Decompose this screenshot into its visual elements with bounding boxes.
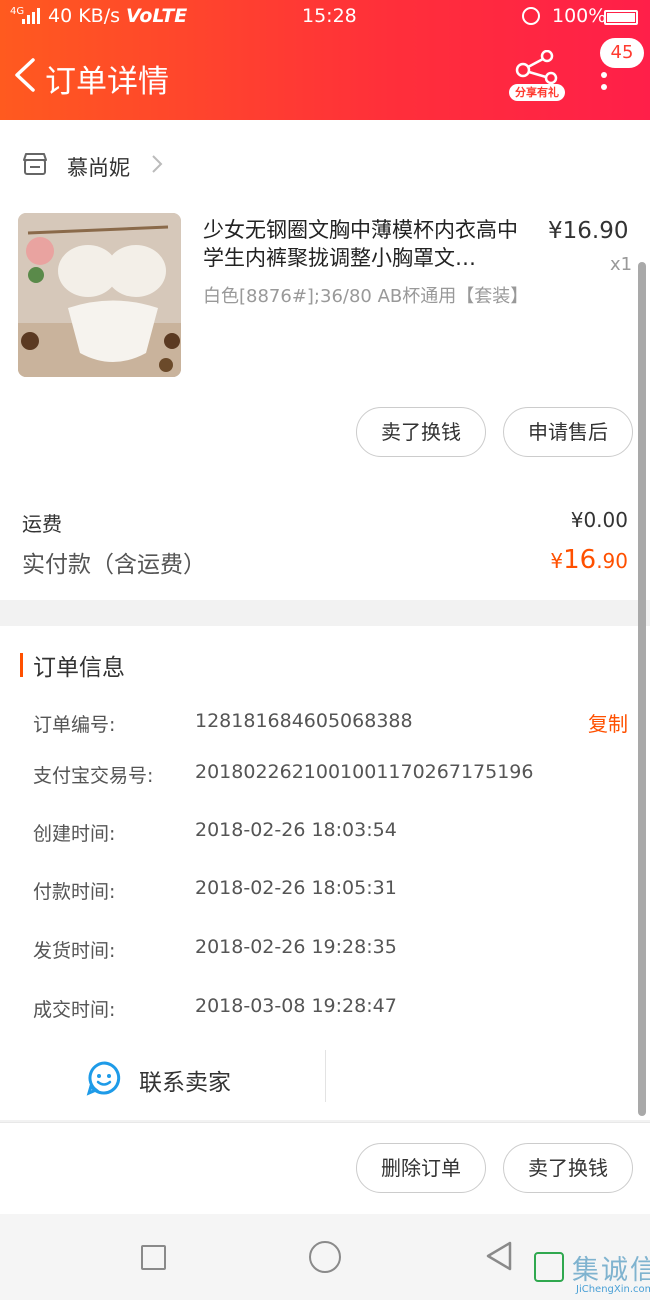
divider [325,1050,326,1102]
watermark: 集诚信 JiChengXin.com [532,1248,650,1300]
more-dots-icon [601,72,607,96]
bottom-action-bar: 删除订单 卖了换钱 [0,1122,650,1214]
shop-icon [23,153,47,175]
page-title: 订单详情 [45,64,169,100]
completed-time-label: 成交时间: [33,999,116,1021]
battery-percent: 100% [552,5,607,27]
watermark-en: JiChengXin.com [576,1284,650,1295]
order-info-title: 订单信息 [33,655,125,681]
volte-label: VoLTE [126,5,188,27]
footer-sell-for-cash-button[interactable]: 卖了换钱 [503,1143,633,1193]
recent-apps-icon[interactable] [141,1245,166,1270]
product-quantity: x1 [610,254,633,275]
completed-time-value: 2018-03-08 19:28:47 [195,995,397,1017]
share-label: 分享有礼 [509,84,565,101]
delete-order-button[interactable]: 删除订单 [356,1143,486,1193]
paid-time-value: 2018-02-26 18:05:31 [195,877,397,899]
message-badge: 45 [600,38,644,68]
chevron-right-icon [152,155,163,173]
watermark-cn: 集诚信 [572,1255,650,1286]
chat-smile-icon [86,1061,121,1096]
contact-seller-label: 联系卖家 [139,1070,231,1096]
order-number-value: 128181684605068388 [195,710,413,732]
app-header: 4G 40 KB/s VoLTE 15:28 100% 订单详情 分享有礼 45 [0,0,650,120]
alipay-trade-value: 2018022621001001170267175196 [195,761,534,783]
alipay-trade-label: 支付宝交易号: [33,765,154,787]
product-sku: 白色[8876#];36/80 AB杯通用【套装】 [203,286,529,307]
shipped-time-value: 2018-02-26 19:28:35 [195,936,397,958]
rotation-lock-icon [522,7,540,25]
signal-icon [22,8,42,24]
order-number-label: 订单编号: [33,714,116,736]
paid-currency: ¥ [550,549,564,573]
network-speed: 40 KB/s [48,5,121,27]
created-time-label: 创建时间: [33,823,116,845]
section-accent-bar [20,653,23,677]
created-time-value: 2018-02-26 18:03:54 [195,819,397,841]
paid-amount: ¥16.90 [550,545,628,575]
apply-after-sale-button[interactable]: 申请售后 [503,407,633,457]
more-menu-button[interactable]: 45 [598,38,644,98]
share-icon [515,49,558,85]
contact-seller-button[interactable]: 联系卖家 [86,1058,286,1098]
paid-amount-label: 实付款（含运费） [22,552,206,578]
product-price: ¥16.90 [548,218,629,244]
product-image[interactable] [18,213,181,377]
sell-for-cash-button[interactable]: 卖了换钱 [356,407,486,457]
paid-integer: 16 [563,545,597,575]
shipping-value: ¥0.00 [570,508,628,532]
back-triangle-icon[interactable] [484,1240,514,1272]
back-arrow-icon[interactable] [12,58,38,92]
copy-button[interactable]: 复制 [588,708,628,737]
battery-icon [604,10,638,25]
home-icon[interactable] [309,1241,341,1273]
paid-decimal: .90 [596,549,628,573]
status-bar: 4G 40 KB/s VoLTE 15:28 100% [0,0,650,34]
product-title[interactable]: 少女无钢圈文胸中薄模杯内衣高中学生内裤聚拢调整小胸罩文… [203,216,536,272]
scrollbar[interactable] [638,262,646,1116]
watermark-logo-icon [534,1252,564,1282]
paid-time-label: 付款时间: [33,881,116,903]
share-button[interactable]: 分享有礼 [509,49,565,102]
order-info-card: 订单信息 订单编号: 128181684605068388 复制 支付宝交易号:… [0,626,650,1120]
order-product-card: 慕尚妮 少女无钢圈文胸中薄模杯内衣高中学生内裤聚拢调整小胸罩文… ¥16.90 … [0,120,650,600]
shipped-time-label: 发货时间: [33,940,116,962]
shop-name: 慕尚妮 [67,156,130,180]
clock: 15:28 [302,5,357,27]
shipping-label: 运费 [22,512,62,536]
